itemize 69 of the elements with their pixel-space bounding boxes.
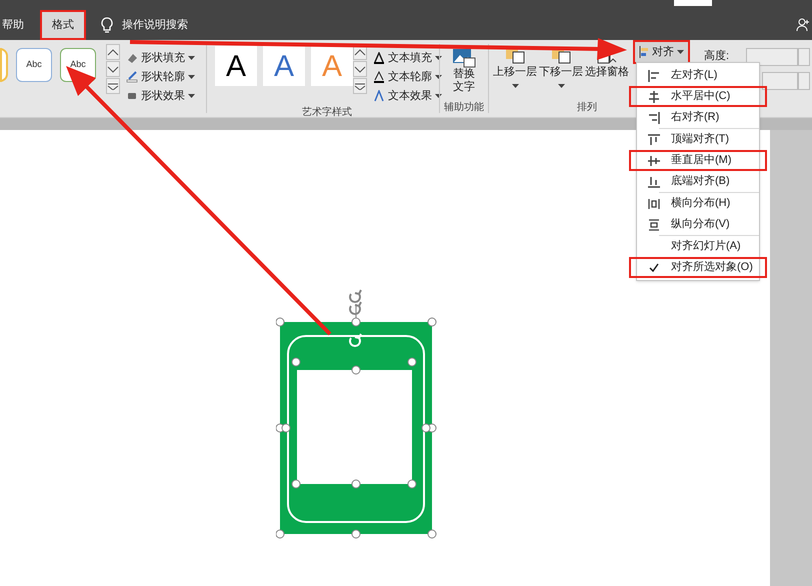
caret-icon bbox=[188, 56, 195, 60]
scroll-button[interactable] bbox=[353, 78, 367, 94]
check-icon bbox=[649, 262, 659, 272]
group-label: 艺术字样式 bbox=[302, 106, 352, 120]
ribbon-command[interactable]: 形状填充 bbox=[141, 50, 185, 66]
menu-item[interactable]: 底端对齐(B) bbox=[629, 171, 767, 192]
ribbon-command[interactable]: 文本轮廓 bbox=[388, 68, 432, 86]
search-field[interactable]: 操作说明搜索 bbox=[122, 16, 222, 34]
scroll-button[interactable] bbox=[353, 61, 367, 77]
menu-item[interactable]: 对齐幻灯片(A) bbox=[629, 236, 767, 257]
align-icon bbox=[648, 90, 660, 102]
group-label: 排列 bbox=[577, 100, 598, 115]
chevron-up-icon bbox=[354, 48, 366, 56]
caret-icon bbox=[677, 50, 684, 54]
wordart-style[interactable]: A bbox=[263, 46, 305, 86]
wordart-style[interactable]: A bbox=[215, 46, 257, 86]
ribbon-command[interactable]: 文本效果 bbox=[388, 88, 432, 104]
ribbon-command[interactable]: 文本填充 bbox=[388, 50, 432, 66]
menu-item[interactable]: 右对齐(R) bbox=[629, 107, 767, 128]
group-label: 辅助功能 bbox=[444, 100, 484, 115]
chevron-down-icon bbox=[107, 66, 119, 72]
align-icon bbox=[648, 154, 660, 166]
align-icon bbox=[648, 176, 660, 188]
scroll-button[interactable] bbox=[106, 78, 120, 94]
scroll-button[interactable] bbox=[106, 61, 120, 77]
style-thumbnail[interactable] bbox=[0, 48, 8, 82]
menu-item[interactable]: 左对齐(L) bbox=[629, 65, 767, 86]
picture-icon bbox=[452, 48, 476, 68]
alt-text-button[interactable]: 替换 文字 bbox=[453, 68, 475, 94]
ribbon-command[interactable]: 上移一层 bbox=[493, 64, 537, 80]
caret-icon bbox=[188, 75, 195, 79]
menu-item[interactable]: 垂直居中(M) bbox=[629, 150, 767, 171]
chevron-up-icon bbox=[107, 48, 119, 56]
menu-item[interactable]: 对齐所选对象(O) bbox=[629, 257, 767, 278]
align-icon bbox=[648, 134, 660, 146]
tab[interactable]: 格式 bbox=[40, 10, 86, 40]
more-icon bbox=[354, 82, 366, 90]
align-icon bbox=[639, 46, 649, 58]
pencil-icon bbox=[126, 71, 138, 83]
text-effects-icon bbox=[373, 90, 385, 102]
tab[interactable]: 帮助 bbox=[0, 10, 40, 40]
size-label: 高度: bbox=[704, 48, 730, 64]
align-icon bbox=[648, 198, 660, 210]
ribbon-command[interactable]: 形状轮廓 bbox=[141, 68, 185, 86]
caret-icon bbox=[188, 94, 195, 98]
align-icon bbox=[648, 218, 660, 230]
chevron-down-icon bbox=[354, 66, 366, 72]
ribbon-command[interactable]: 下移一层 bbox=[539, 64, 583, 80]
menu-item[interactable]: 顶端对齐(T) bbox=[629, 129, 767, 150]
align-button[interactable]: 对齐 bbox=[633, 40, 690, 64]
ribbon-command[interactable]: 形状效果 bbox=[141, 88, 185, 104]
align-icon bbox=[648, 70, 660, 82]
shape-style-thumbnail[interactable]: Abc bbox=[16, 48, 52, 82]
text-outline-icon bbox=[373, 71, 385, 83]
align-icon bbox=[648, 112, 660, 124]
layer-icon bbox=[551, 48, 571, 64]
share-person-icon bbox=[796, 18, 810, 32]
menu-item[interactable]: 水平居中(C) bbox=[629, 86, 767, 107]
layer-icon bbox=[505, 48, 525, 64]
size-input-field[interactable] bbox=[746, 48, 798, 66]
lightbulb-icon bbox=[100, 17, 114, 33]
menu-item[interactable]: 横向分布(H) bbox=[629, 193, 767, 214]
menu-item[interactable]: 纵向分布(V) bbox=[629, 214, 767, 235]
more-icon bbox=[107, 82, 119, 90]
ribbon-command[interactable]: 选择窗格 bbox=[585, 64, 629, 80]
scroll-button[interactable] bbox=[106, 44, 120, 60]
text-fill-icon bbox=[373, 52, 385, 64]
size-input-field[interactable] bbox=[762, 72, 798, 90]
shape-effects-icon bbox=[126, 90, 138, 102]
